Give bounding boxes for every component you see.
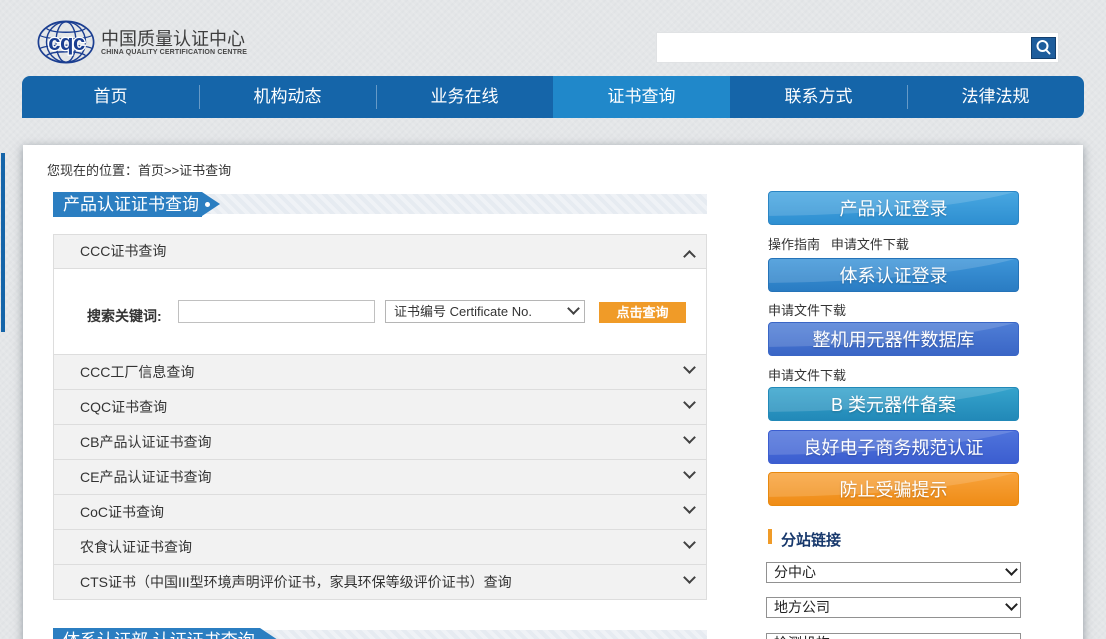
svg-text:cqc: cqc [48,30,85,55]
